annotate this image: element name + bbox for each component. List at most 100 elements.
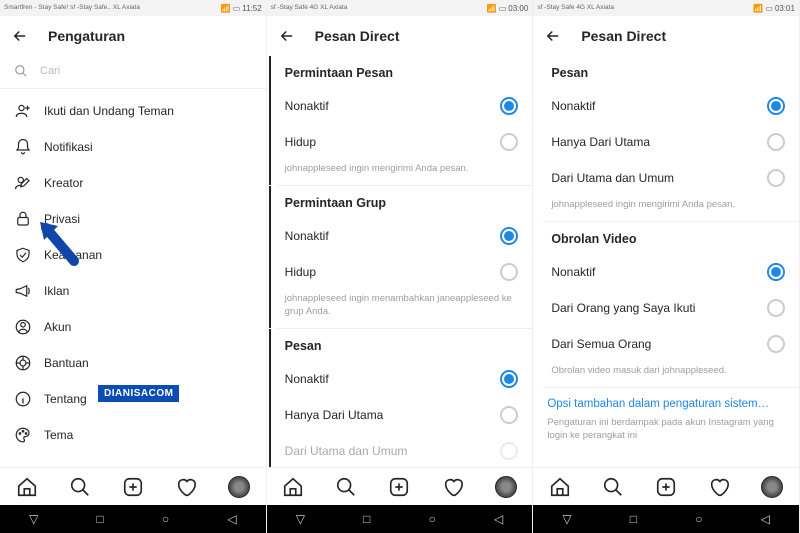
nav-recent-icon[interactable]: □: [363, 512, 370, 526]
section-header: Permintaan Pesan: [271, 56, 533, 88]
bell-icon: [14, 138, 38, 156]
menu-akun[interactable]: Akun: [0, 309, 266, 345]
tab-profile[interactable]: [760, 475, 784, 499]
search-input[interactable]: Cari: [0, 58, 266, 89]
nav-home-icon[interactable]: ○: [162, 512, 169, 526]
avatar: [228, 476, 250, 498]
menu-notifikasi[interactable]: Notifikasi: [0, 129, 266, 165]
nav-recent-icon[interactable]: □: [630, 512, 637, 526]
menu-ikuti-undang[interactable]: Ikuti dan Undang Teman: [0, 93, 266, 129]
tab-profile[interactable]: [494, 475, 518, 499]
radio-nonaktif[interactable]: Nonaktif: [271, 218, 533, 254]
tab-search[interactable]: [334, 475, 358, 499]
back-button[interactable]: [543, 26, 563, 46]
radio-icon: [767, 299, 785, 317]
nav-recent-icon[interactable]: □: [96, 512, 103, 526]
tab-create[interactable]: [387, 475, 411, 499]
avatar: [495, 476, 517, 498]
radio-nonaktif[interactable]: Nonaktif: [271, 361, 533, 397]
menu-label: Notifikasi: [44, 140, 93, 154]
tab-create[interactable]: [121, 475, 145, 499]
tab-activity[interactable]: [707, 475, 731, 499]
bottom-nav: [267, 467, 533, 505]
tab-search[interactable]: [601, 475, 625, 499]
radio-icon: [767, 133, 785, 151]
radio-hanya-utama[interactable]: Hanya Dari Utama: [271, 397, 533, 433]
radio-icon: [767, 169, 785, 187]
bottom-nav: [0, 467, 266, 505]
menu-label: Kreator: [44, 176, 83, 190]
app-bar: Pengaturan: [0, 16, 266, 56]
nav-back-icon[interactable]: ▽: [296, 512, 305, 526]
nav-back2-icon[interactable]: ◁: [494, 512, 503, 526]
bottom-nav: [533, 467, 799, 505]
tab-home[interactable]: [548, 475, 572, 499]
creator-icon: [14, 174, 38, 192]
page-title: Pengaturan: [48, 28, 125, 44]
signal-icon: 📶: [487, 4, 497, 13]
battery-icon: ▭: [499, 4, 507, 13]
menu-iklan[interactable]: Iklan: [0, 273, 266, 309]
menu-kreator[interactable]: Kreator: [0, 165, 266, 201]
radio-hidup[interactable]: Hidup: [271, 254, 533, 290]
tab-activity[interactable]: [441, 475, 465, 499]
nav-back-icon[interactable]: ▽: [562, 512, 571, 526]
helper-text: Pengaturan ini berdampak pada akun Insta…: [533, 414, 799, 452]
app-bar: Pesan Direct: [533, 16, 799, 56]
radio-nonaktif[interactable]: Nonaktif: [271, 88, 533, 124]
battery-icon: ▭: [765, 4, 773, 13]
radio-icon: [500, 133, 518, 151]
back-button[interactable]: [277, 26, 297, 46]
radio-hidup[interactable]: Hidup: [271, 124, 533, 160]
radio-utama-umum[interactable]: Dari Utama dan Umum: [271, 433, 533, 467]
radio-icon: [500, 263, 518, 281]
signal-icon: 📶: [753, 4, 763, 13]
clock-text: 03:01: [775, 4, 795, 13]
helper-text: johnappleseed ingin mengirimi Anda pesan…: [537, 196, 799, 221]
radio-semua-orang[interactable]: Dari Semua Orang: [537, 326, 799, 362]
account-icon: [14, 318, 38, 336]
menu-label: Tentang: [44, 392, 87, 406]
radio-icon: [500, 406, 518, 424]
page-title: Pesan Direct: [315, 28, 400, 44]
radio-nonaktif[interactable]: Nonaktif: [537, 88, 799, 124]
nav-home-icon[interactable]: ○: [429, 512, 436, 526]
clock-text: 11:52: [242, 4, 261, 13]
page-title: Pesan Direct: [581, 28, 666, 44]
menu-label: Iklan: [44, 284, 69, 298]
radio-nonaktif[interactable]: Nonaktif: [537, 254, 799, 290]
nav-back-icon[interactable]: ▽: [29, 512, 38, 526]
tab-profile[interactable]: [227, 475, 251, 499]
section-header: Permintaan Grup: [271, 186, 533, 218]
menu-label: Bantuan: [44, 356, 89, 370]
radio-utama-umum[interactable]: Dari Utama dan Umum: [537, 160, 799, 196]
section-header: Obrolan Video: [537, 222, 799, 254]
nav-home-icon[interactable]: ○: [695, 512, 702, 526]
radio-icon: [500, 370, 518, 388]
tab-activity[interactable]: [174, 475, 198, 499]
tab-create[interactable]: [654, 475, 678, 499]
menu-label: Akun: [44, 320, 71, 334]
tab-search[interactable]: [68, 475, 92, 499]
signal-icon: 📶: [221, 4, 231, 13]
palette-icon: [14, 426, 38, 444]
tab-home[interactable]: [15, 475, 39, 499]
back-button[interactable]: [10, 26, 30, 46]
radio-hanya-utama[interactable]: Hanya Dari Utama: [537, 124, 799, 160]
system-settings-link[interactable]: Opsi tambahan dalam pengaturan sistem…: [533, 388, 799, 414]
megaphone-icon: [14, 282, 38, 300]
nav-back2-icon[interactable]: ◁: [227, 512, 236, 526]
nav-back2-icon[interactable]: ◁: [761, 512, 770, 526]
system-nav: ▽ □ ○ ◁: [533, 505, 799, 533]
tab-home[interactable]: [281, 475, 305, 499]
menu-bantuan[interactable]: Bantuan: [0, 345, 266, 381]
system-nav: ▽ □ ○ ◁: [0, 505, 266, 533]
avatar: [761, 476, 783, 498]
carrier-text: sf -Stay Safe 4G XL Axiata: [537, 4, 614, 12]
radio-icon: [500, 227, 518, 245]
status-bar: Smartfren - Stay Safe! sf -Stay Safe.. X…: [0, 0, 266, 16]
carrier-text: Smartfren - Stay Safe! sf -Stay Safe.. X…: [4, 4, 140, 12]
menu-tema[interactable]: Tema: [0, 417, 266, 453]
radio-orang-ikuti[interactable]: Dari Orang yang Saya Ikuti: [537, 290, 799, 326]
arrow-left-icon: [11, 27, 29, 45]
